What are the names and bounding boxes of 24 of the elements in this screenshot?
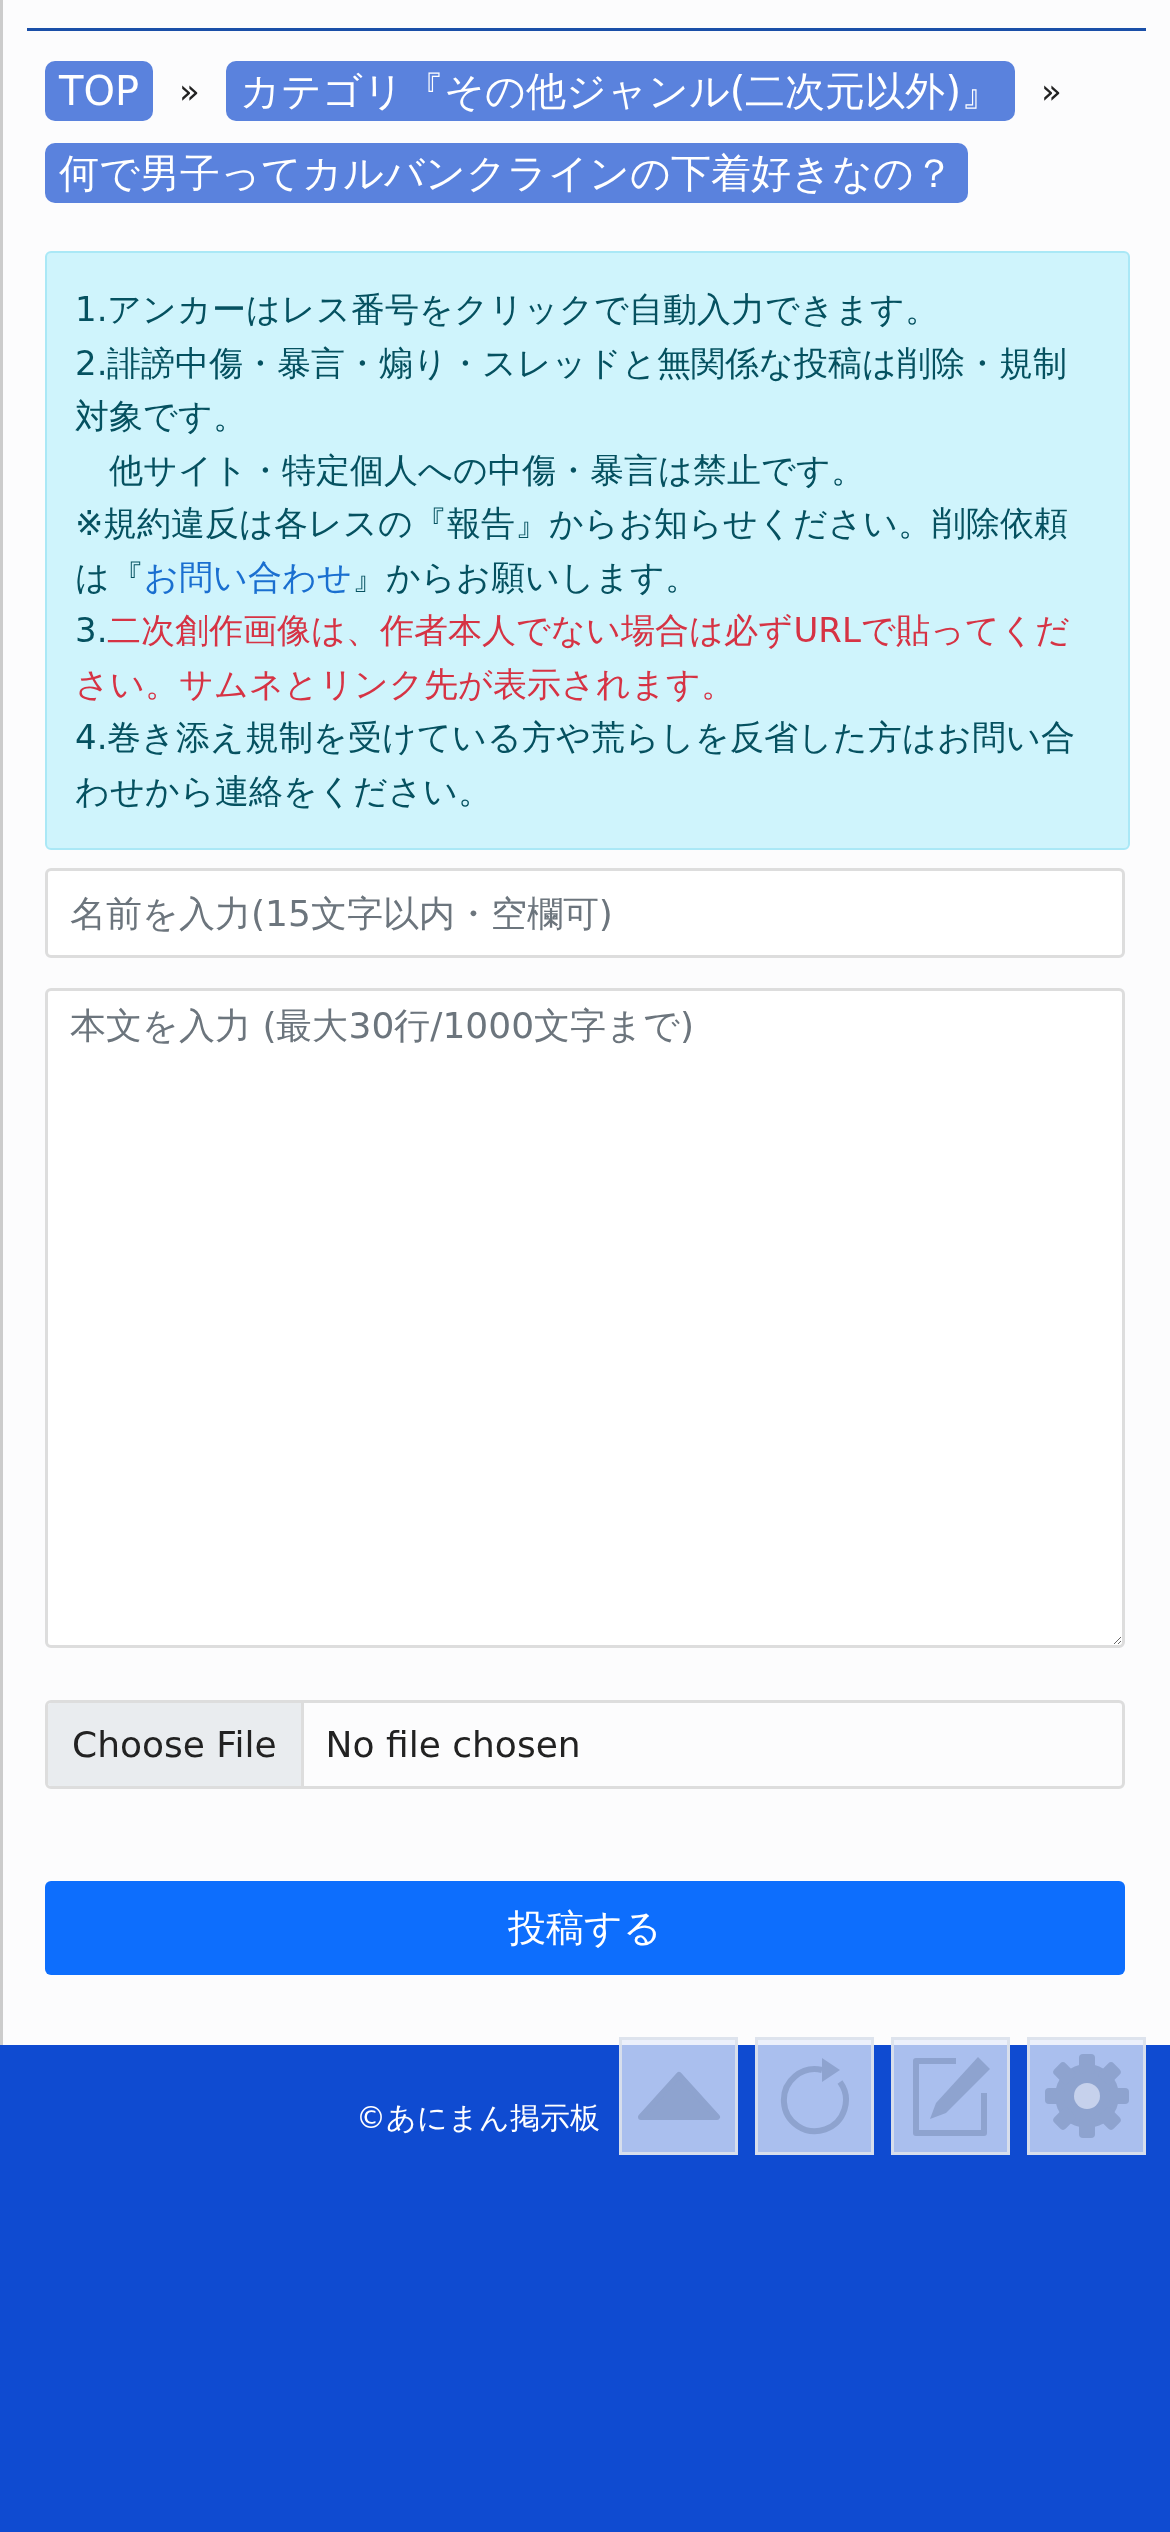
notice-text: ※規約違反は各レスの『報告』からお知らせください。削除依頼は『お問い合わせ』からお願いします。	[75, 502, 1070, 599]
settings-button[interactable]	[1027, 2037, 1146, 2155]
name-field[interactable]: 名前を入力(15文字以内・空欄可)	[45, 868, 1125, 958]
notice-text: 4.巻き添え規制を受けている方や荒らしを反省した方はお問い合わせから連絡をください。	[75, 716, 1077, 813]
breadcrumb-link[interactable]: 何で男子ってカルバンクラインの下着好きなの？	[45, 143, 968, 203]
scroll-top-button[interactable]	[619, 2037, 738, 2155]
notice-text: 他サイト・特定個人への中傷・暴言は禁止です。	[108, 448, 866, 492]
breadcrumb-separator: »	[1041, 69, 1062, 113]
body-field[interactable]: 本文を入力 (最大30行/1000文字まで)	[45, 988, 1125, 1648]
breadcrumb-link[interactable]: カテゴリ『その他ジャンル(二次元以外)』	[225, 61, 1016, 121]
triangle-icon	[636, 2071, 721, 2121]
file-status: No file chosen	[324, 1722, 582, 1767]
edit-button[interactable]	[891, 2037, 1010, 2155]
contact-link[interactable]: お問い合わせ	[144, 556, 352, 597]
submit-button[interactable]: 投稿する	[45, 1881, 1125, 1975]
notice-text: 3.二次創作画像は、作者本人でない場合は必ずURLで貼ってください。サムネとリンク先が表示されます。	[75, 609, 1071, 706]
notice-text: 2.誹謗中傷・暴言・煽り・スレッドと無関係な投稿は削除・規制対象です。	[75, 341, 1069, 438]
choose-file-button[interactable]: Choose File	[48, 1703, 304, 1786]
file-input[interactable]: Choose File No file chosen	[45, 1700, 1125, 1789]
breadcrumb-separator: »	[179, 69, 200, 113]
copyright: ©あにまん掲示板	[355, 2099, 600, 2137]
reload-button[interactable]	[755, 2037, 874, 2155]
breadcrumb-link[interactable]: TOP	[45, 61, 154, 121]
notice-text: 1.アンカーはレス番号をクリックで自動入力できます。	[75, 288, 941, 331]
